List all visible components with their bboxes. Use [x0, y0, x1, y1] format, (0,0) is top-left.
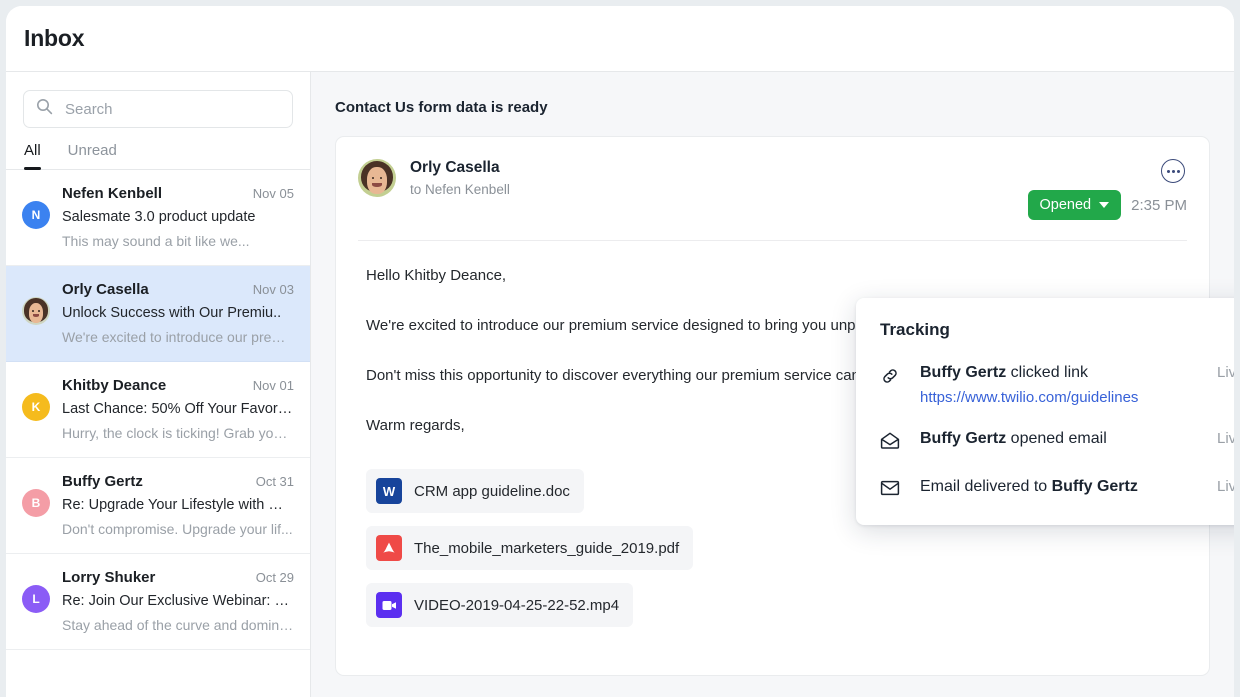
mail-item-sender: Nefen Kenbell — [62, 185, 162, 202]
more-options-icon[interactable] — [1161, 159, 1185, 183]
attachment-name: VIDEO-2019-04-25-22-52.mp4 — [414, 597, 619, 614]
body-row: All Unread N Nefen Kenbell Nov 05 Salesmate… — [6, 72, 1234, 697]
mail-item-date: Nov 03 — [245, 282, 294, 297]
mail-list-item[interactable]: L Lorry Shuker Oct 29 Re: Join Our Exclusiv… — [6, 554, 310, 650]
email-header: Orly Casella to Nefen Kenbell Opened — [336, 137, 1209, 220]
avatar: K — [22, 393, 50, 421]
tracking-event-location: Liverpool, GB — [1217, 478, 1234, 495]
tracking-event-link[interactable]: https://www.twilio.com/guidelines — [920, 389, 1199, 406]
search-icon — [36, 98, 53, 120]
attachment-row: VIDEO-2019-04-25-22-52.mp4 — [366, 583, 1179, 640]
attachment-name: The_mobile_marketers_guide_2019.pdf — [414, 540, 679, 557]
mail-list-item[interactable]: Orly Casella Nov 03 Unlock Success with Ou… — [6, 266, 310, 362]
mail-list-item[interactable]: K Khitby Deance Nov 01 Last Chance: 50% Off… — [6, 362, 310, 458]
tracking-event-row: Buffy Gertz opened emailLiverpool, GB1d … — [880, 430, 1234, 454]
mail-item-subject: Last Chance: 50% Off Your Favorite... — [62, 401, 294, 417]
envelope-icon — [880, 478, 902, 501]
mail-item-text: Nefen Kenbell Nov 05 Salesmate 3.0 product… — [62, 185, 294, 249]
mail-item-text: Buffy Gertz Oct 31 Re: Upgrade Your Lifest… — [62, 473, 294, 537]
tab-all[interactable]: All — [24, 142, 41, 169]
status-badge-label: Opened — [1040, 197, 1092, 213]
avatar: N — [22, 201, 50, 229]
status-badge-opened[interactable]: Opened — [1028, 190, 1122, 220]
tracking-rows: Buffy Gertz clicked link https://www.twil… — [880, 364, 1234, 501]
page-title: Inbox — [24, 25, 84, 52]
app-window: Inbox All Unread NNefe — [6, 6, 1234, 697]
attachment-chip[interactable]: VIDEO-2019-04-25-22-52.mp4 — [366, 583, 633, 627]
mail-list-item[interactable]: N Nefen Kenbell Nov 05 Salesmate 3.0 produc… — [6, 170, 310, 266]
tracking-event-row: Buffy Gertz clicked link https://www.twil… — [880, 364, 1234, 406]
envelope-open-icon — [880, 430, 902, 454]
mail-item-subject: Re: Upgrade Your Lifestyle with Our... — [62, 497, 294, 513]
mail-item-preview: We're excited to introduce our premi... — [62, 329, 294, 345]
mail-item-date: Nov 01 — [245, 378, 294, 393]
attachment-name: CRM app guideline.doc — [414, 483, 570, 500]
mail-item-preview: Stay ahead of the curve and domina... — [62, 617, 294, 633]
attachment-row: The_mobile_marketers_guide_2019.pdf — [366, 526, 1179, 583]
pdf-file-icon — [376, 535, 402, 561]
mail-item-date: Nov 05 — [245, 186, 294, 201]
search-area — [6, 72, 310, 128]
mp4-file-icon — [376, 592, 402, 618]
mail-item-preview: Hurry, the clock is ticking! Grab your..… — [62, 425, 294, 441]
main-pane: Contact Us form data is ready Orly Casel… — [311, 72, 1234, 697]
mail-item-subject: Re: Join Our Exclusive Webinar: Ma... — [62, 593, 294, 609]
mail-item-text: Khitby Deance Nov 01 Last Chance: 50% Off … — [62, 377, 294, 441]
mail-item-preview: This may sound a bit like we... — [62, 233, 294, 249]
search-box[interactable] — [23, 90, 293, 128]
mail-item-text: Orly Casella Nov 03 Unlock Success with Ou… — [62, 281, 294, 345]
mail-item-preview: Don't compromise. Upgrade your lif... — [62, 521, 294, 537]
link-icon — [880, 364, 902, 391]
tracking-event-main: Buffy Gertz opened email — [920, 430, 1199, 448]
mail-item-sender: Orly Casella — [62, 281, 149, 298]
tracking-event-text: Buffy Gertz clicked link — [920, 364, 1199, 382]
email-time: 2:35 PM — [1131, 197, 1187, 214]
email-paragraph: Hello Khitby Deance, — [366, 263, 1179, 288]
tracking-title: Tracking — [880, 320, 1234, 340]
mail-item-subject: Salesmate 3.0 product update — [62, 209, 294, 225]
tracking-event-location: Liverpool, GB — [1217, 430, 1234, 447]
avatar: L — [22, 585, 50, 613]
tracking-event-main: Buffy Gertz clicked link https://www.twil… — [920, 364, 1199, 406]
avatar — [22, 297, 50, 325]
tracking-event-location: Liverpool, GB — [1217, 364, 1234, 381]
avatar: B — [22, 489, 50, 517]
sender-recipient: to Nefen Kenbell — [410, 182, 510, 197]
status-line: Opened 2:35 PM — [1028, 190, 1187, 220]
thread-title: Contact Us form data is ready — [335, 72, 1210, 136]
mail-item-text: Lorry Shuker Oct 29 Re: Join Our Exclusive… — [62, 569, 294, 633]
attachment-chip[interactable]: The_mobile_marketers_guide_2019.pdf — [366, 526, 693, 570]
top-bar: Inbox — [6, 6, 1234, 72]
mail-item-subject: Unlock Success with Our Premiu.. — [62, 305, 294, 321]
sidebar: All Unread N Nefen Kenbell Nov 05 Salesmate… — [6, 72, 311, 697]
search-input[interactable] — [63, 100, 280, 119]
doc-file-icon: W — [376, 478, 402, 504]
filter-tabs: All Unread — [6, 128, 310, 170]
mail-list-item[interactable]: B Buffy Gertz Oct 31 Re: Upgrade Your Lifes… — [6, 458, 310, 554]
tracking-event-text: Email delivered to Buffy Gertz — [920, 478, 1199, 496]
tab-unread[interactable]: Unread — [68, 142, 117, 169]
chevron-down-icon — [1099, 202, 1109, 208]
mail-item-date: Oct 31 — [248, 474, 294, 489]
mail-item-date: Oct 29 — [248, 570, 294, 585]
email-header-actions: Opened 2:35 PM — [1028, 159, 1187, 220]
mail-list: N Nefen Kenbell Nov 05 Salesmate 3.0 produc… — [6, 170, 310, 697]
mail-item-sender: Buffy Gertz — [62, 473, 143, 490]
sender-meta: Orly Casella to Nefen Kenbell — [410, 159, 510, 197]
tracking-event-text: Buffy Gertz opened email — [920, 430, 1199, 448]
tracking-event-row: Email delivered to Buffy Gertz Liverpool,… — [880, 478, 1234, 501]
tracking-event-main: Email delivered to Buffy Gertz — [920, 478, 1199, 496]
attachment-chip[interactable]: W CRM app guideline.doc — [366, 469, 584, 513]
tracking-popup: Tracking Buffy Gertz clicked link https:/… — [856, 298, 1234, 525]
mail-item-sender: Khitby Deance — [62, 377, 166, 394]
sender-name: Orly Casella — [410, 159, 510, 177]
sender-avatar — [358, 159, 396, 197]
mail-item-sender: Lorry Shuker — [62, 569, 155, 586]
